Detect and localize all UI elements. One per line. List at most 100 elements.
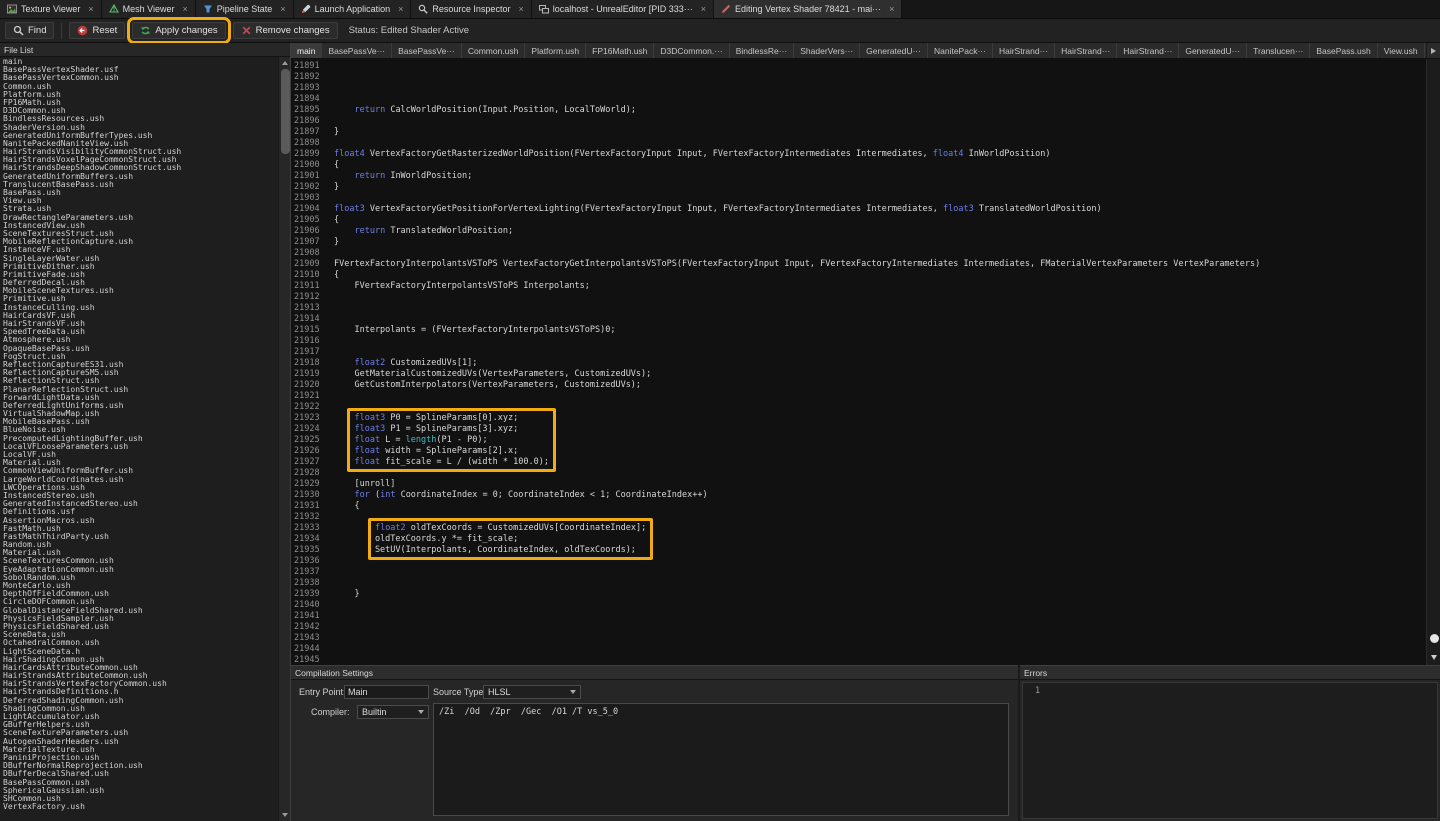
- close-icon[interactable]: ×: [280, 5, 285, 14]
- close-icon[interactable]: ×: [518, 5, 523, 14]
- file-list-item[interactable]: LightSceneData.h: [0, 648, 278, 656]
- file-list-item[interactable]: Common.ush: [0, 83, 278, 91]
- editor-tab[interactable]: NanitePack···: [928, 43, 993, 58]
- file-list-item[interactable]: SceneTextureParameters.ush: [0, 729, 278, 737]
- file-list-item[interactable]: BasePass.ush: [0, 189, 278, 197]
- code-line[interactable]: 21896: [291, 116, 1426, 127]
- file-list-item[interactable]: DepthOfFieldCommon.ush: [0, 590, 278, 598]
- code-line[interactable]: 21930 for (int CoordinateIndex = 0; Coor…: [291, 490, 1426, 501]
- editor-tab[interactable]: BasePassVe···: [322, 43, 392, 58]
- file-list-item[interactable]: SHCommon.ush: [0, 795, 278, 803]
- code-line[interactable]: 21915 Interpolants = (FVertexFactoryInte…: [291, 325, 1426, 336]
- file-list-item[interactable]: PlanarReflectionStruct.ush: [0, 386, 278, 394]
- code-line[interactable]: 21894: [291, 94, 1426, 105]
- file-list-item[interactable]: Strata.ush: [0, 205, 278, 213]
- file-list-item[interactable]: D3DCommon.ush: [0, 107, 278, 115]
- file-list-item[interactable]: SingleLayerWater.ush: [0, 255, 278, 263]
- file-list-item[interactable]: DBufferNormalReprojection.ush: [0, 762, 278, 770]
- code-line[interactable]: 21898: [291, 138, 1426, 149]
- file-list-item[interactable]: LocalVF.ush: [0, 451, 278, 459]
- scrollbar-thumb[interactable]: [1430, 634, 1439, 643]
- code-line[interactable]: 21909FVertexFactoryInterpolantsVSToPS Ve…: [291, 259, 1426, 270]
- scroll-down-icon[interactable]: [282, 813, 288, 817]
- file-list-item[interactable]: FastMathThirdParty.ush: [0, 533, 278, 541]
- tab-scroll-right[interactable]: [1426, 43, 1440, 58]
- file-list-item[interactable]: DeferredShadingCommon.ush: [0, 697, 278, 705]
- file-list-item[interactable]: InstancedStereo.ush: [0, 492, 278, 500]
- code-line[interactable]: 21916: [291, 336, 1426, 347]
- file-list-item[interactable]: HairStrandsAttributeCommon.ush: [0, 672, 278, 680]
- code-line[interactable]: 21939 }: [291, 589, 1426, 600]
- code-line[interactable]: 21928: [291, 468, 1426, 479]
- file-list-item[interactable]: SobolRandom.ush: [0, 574, 278, 582]
- code-line[interactable]: 21903: [291, 193, 1426, 204]
- file-list-item[interactable]: BindlessResources.ush: [0, 115, 278, 123]
- code-line[interactable]: 21904float3 VertexFactoryGetPositionForV…: [291, 204, 1426, 215]
- apply-changes-button[interactable]: Apply changes: [132, 22, 225, 39]
- file-list-item[interactable]: MobileBasePass.ush: [0, 418, 278, 426]
- file-list-item[interactable]: MobileReflectionCapture.ush: [0, 238, 278, 246]
- file-list-item[interactable]: PaniniProjection.ush: [0, 754, 278, 762]
- file-list-item[interactable]: Platform.ush: [0, 91, 278, 99]
- scroll-up-icon[interactable]: [282, 61, 288, 65]
- editor-tab[interactable]: GeneratedU···: [860, 43, 928, 58]
- file-list-item[interactable]: HairStrandsDefinitions.h: [0, 688, 278, 696]
- file-list-item[interactable]: Primitive.ush: [0, 295, 278, 303]
- code-line[interactable]: 21941: [291, 611, 1426, 622]
- errors-body[interactable]: 1: [1022, 682, 1438, 819]
- find-button[interactable]: Find: [5, 22, 54, 39]
- code-line[interactable]: 21935 SetUV(Interpolants, CoordinateInde…: [291, 545, 1426, 556]
- compile-flags-input[interactable]: /Zi /Od /Zpr /Gec /O1 /T vs_5_0: [433, 703, 1009, 816]
- code-line[interactable]: 21921: [291, 391, 1426, 402]
- file-list-item[interactable]: NanitePackedNaniteView.ush: [0, 140, 278, 148]
- file-list-item[interactable]: GeneratedUniformBuffers.ush: [0, 173, 278, 181]
- code-line[interactable]: 21931 {: [291, 501, 1426, 512]
- file-list-item[interactable]: FogStruct.ush: [0, 353, 278, 361]
- file-list-item[interactable]: Random.ush: [0, 541, 278, 549]
- file-list-item[interactable]: DeferredLightUniforms.ush: [0, 402, 278, 410]
- file-list-item[interactable]: LWCOperations.ush: [0, 484, 278, 492]
- code-line[interactable]: 21907}: [291, 237, 1426, 248]
- remove-changes-button[interactable]: Remove changes: [233, 22, 338, 39]
- code-line[interactable]: 21940: [291, 600, 1426, 611]
- code-line[interactable]: 21945: [291, 655, 1426, 665]
- code-scrollbar[interactable]: [1426, 59, 1440, 665]
- file-list-item[interactable]: GeneratedUniformBufferTypes.ush: [0, 132, 278, 140]
- file-list-item[interactable]: DrawRectangleParameters.ush: [0, 214, 278, 222]
- editor-tab[interactable]: HairStrand···: [993, 43, 1055, 58]
- file-list-item[interactable]: DBufferDecalShared.ush: [0, 770, 278, 778]
- code-line[interactable]: 21914: [291, 314, 1426, 325]
- file-list-item[interactable]: MonteCarlo.ush: [0, 582, 278, 590]
- file-list-item[interactable]: PrecomputedLightingBuffer.ush: [0, 435, 278, 443]
- file-list-item[interactable]: CircleDOFCommon.ush: [0, 598, 278, 606]
- editor-tab[interactable]: BindlessRe···: [730, 43, 795, 58]
- file-list-scrollbar[interactable]: [278, 57, 290, 821]
- window-tab[interactable]: localhost - UnrealEditor [PID 333···×: [532, 0, 714, 18]
- code-line[interactable]: 21944: [291, 644, 1426, 655]
- editor-tab[interactable]: D3DCommon.···: [654, 43, 729, 58]
- code-line[interactable]: 21942: [291, 622, 1426, 633]
- file-list-item[interactable]: PrimitiveDither.ush: [0, 263, 278, 271]
- file-list-item[interactable]: FP16Math.ush: [0, 99, 278, 107]
- file-list-item[interactable]: Material.ush: [0, 459, 278, 467]
- file-list-item[interactable]: BasePassCommon.ush: [0, 779, 278, 787]
- window-tab[interactable]: Pipeline State×: [196, 0, 294, 18]
- code-line[interactable]: 21906 return TranslatedWorldPosition;: [291, 226, 1426, 237]
- code-line[interactable]: 21932: [291, 512, 1426, 523]
- editor-tab[interactable]: BasePass.ush: [1310, 43, 1377, 58]
- file-list-item[interactable]: FastMath.ush: [0, 525, 278, 533]
- scroll-down-icon[interactable]: [1431, 655, 1437, 660]
- close-icon[interactable]: ×: [889, 5, 894, 14]
- window-tab[interactable]: Launch Application×: [294, 0, 412, 18]
- code-line[interactable]: 21925 float L = length(P1 - P0);: [291, 435, 1426, 446]
- file-list-item[interactable]: LightAccumulator.ush: [0, 713, 278, 721]
- close-icon[interactable]: ×: [398, 5, 403, 14]
- close-icon[interactable]: ×: [88, 5, 93, 14]
- code-line[interactable]: 21913: [291, 303, 1426, 314]
- code-line[interactable]: 21911 FVertexFactoryInterpolantsVSToPS I…: [291, 281, 1426, 292]
- code-line[interactable]: 21929 [unroll]: [291, 479, 1426, 490]
- close-icon[interactable]: ×: [183, 5, 188, 14]
- file-list-item[interactable]: HairStrandsVF.ush: [0, 320, 278, 328]
- code-line[interactable]: 21926 float width = SplineParams[2].x;: [291, 446, 1426, 457]
- code-line[interactable]: 21938: [291, 578, 1426, 589]
